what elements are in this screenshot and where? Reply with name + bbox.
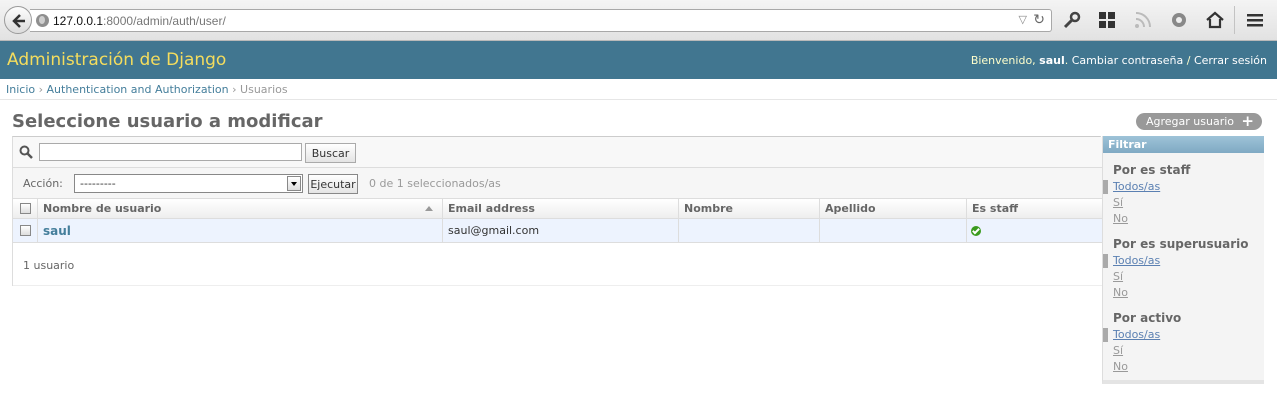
change-password-link[interactable]: Cambiar contraseña	[1072, 54, 1183, 67]
user-tools-separator: /	[1186, 54, 1191, 67]
search-toolbar: Buscar	[13, 137, 1102, 168]
home-icon[interactable]	[1205, 10, 1225, 30]
filter-option-all[interactable]: Todos/as	[1113, 328, 1160, 341]
filter-option-yes[interactable]: Sí	[1113, 270, 1123, 283]
browser-toolbar: 127.0.0.1:8000/admin/auth/user/ ▽ ↻	[0, 0, 1277, 41]
site-branding[interactable]: Administración de Django	[7, 50, 226, 70]
toolbar-separator	[1234, 6, 1235, 34]
breadcrumb-separator: ›	[38, 83, 44, 96]
action-select-value: ---------	[80, 177, 116, 190]
chevron-down-icon	[287, 176, 301, 191]
check-yes-icon	[971, 226, 981, 236]
gear-icon[interactable]	[1169, 10, 1189, 30]
filter-option-no[interactable]: No	[1113, 360, 1128, 373]
filter-sidebar: Filtrar Por es staff Todos/as Sí No Por …	[1102, 136, 1264, 384]
filter-option-no[interactable]: No	[1113, 212, 1128, 225]
search-input[interactable]	[39, 143, 302, 161]
rss-feed-icon[interactable]	[1133, 10, 1153, 30]
url-text: 127.0.0.1:8000/admin/auth/user/	[53, 14, 226, 28]
url-host: 127.0.0.1	[53, 14, 104, 28]
cell-is-staff	[966, 219, 1102, 242]
current-username: saul	[1039, 54, 1065, 67]
filter-option-yes[interactable]: Sí	[1113, 196, 1123, 209]
filter-title: Filtrar	[1103, 136, 1264, 153]
user-tools: Bienvenido, saul. Cambiar contraseña / C…	[971, 54, 1267, 67]
table-header: Nombre de usuario Email address Nombre A…	[13, 199, 1102, 219]
wrench-icon[interactable]	[1062, 10, 1082, 30]
actions-bar: Acción: --------- Ejecutar 0 de 1 selecc…	[13, 168, 1102, 199]
cell-email: saul@gmail.com	[442, 219, 678, 242]
search-button[interactable]: Buscar	[305, 143, 356, 163]
add-user-label: Agregar usuario	[1146, 115, 1235, 128]
back-arrow-icon	[12, 14, 25, 28]
globe-icon	[36, 14, 49, 27]
welcome-text: Bienvenido,	[970, 54, 1036, 67]
breadcrumb-separator: ›	[232, 83, 237, 96]
selected-marker	[1103, 328, 1108, 342]
column-first-name[interactable]: Nombre	[678, 199, 819, 218]
url-path: :8000/admin/auth/user/	[103, 14, 226, 28]
reload-icon[interactable]: ↻	[1033, 12, 1045, 28]
filter-heading: Por es superusuario	[1113, 237, 1249, 251]
breadcrumb-app[interactable]: Authentication and Authorization	[47, 83, 229, 96]
dropdown-arrow-icon[interactable]: ▽	[1019, 13, 1027, 26]
table-row: saul saul@gmail.com	[13, 219, 1102, 243]
apps-grid-icon[interactable]	[1097, 10, 1117, 30]
breadcrumb-home[interactable]: Inicio	[6, 83, 35, 96]
page-title: Seleccione usuario a modificar	[12, 111, 323, 132]
select-all-checkbox[interactable]	[20, 203, 31, 214]
filter-option-no[interactable]: No	[1113, 286, 1128, 299]
row-checkbox[interactable]	[20, 225, 31, 236]
add-user-button[interactable]: Agregar usuario +	[1136, 112, 1262, 130]
filter-option-all[interactable]: Todos/as	[1113, 180, 1160, 193]
filter-option-yes[interactable]: Sí	[1113, 344, 1123, 357]
changelist: Buscar Acción: --------- Ejecutar 0 de 1…	[12, 136, 1102, 286]
cell-last-name	[819, 219, 966, 242]
username-period: .	[1064, 54, 1069, 67]
action-select[interactable]: ---------	[74, 174, 303, 193]
selected-marker	[1103, 254, 1108, 268]
back-button[interactable]	[4, 6, 32, 34]
selected-marker	[1103, 180, 1108, 194]
column-is-staff[interactable]: Es staff	[966, 199, 1102, 218]
filter-heading: Por activo	[1113, 311, 1182, 325]
plus-icon: +	[1241, 112, 1254, 130]
user-link[interactable]: saul	[43, 224, 71, 238]
cell-first-name	[678, 219, 819, 242]
sort-ascending-icon[interactable]	[425, 206, 433, 211]
column-email[interactable]: Email address	[442, 199, 678, 218]
logout-link[interactable]: Cerrar sesión	[1194, 54, 1267, 67]
column-username[interactable]: Nombre de usuario	[37, 199, 442, 218]
filter-heading: Por es staff	[1113, 163, 1191, 177]
menu-icon[interactable]	[1245, 10, 1265, 30]
column-last-name[interactable]: Apellido	[819, 199, 966, 218]
search-icon	[19, 145, 33, 159]
breadcrumb-current: Usuarios	[240, 83, 288, 96]
filter-option-all[interactable]: Todos/as	[1113, 254, 1160, 267]
execute-button[interactable]: Ejecutar	[308, 174, 358, 194]
breadcrumb: Inicio › Authentication and Authorizatio…	[0, 79, 1277, 100]
address-bar[interactable]: 127.0.0.1:8000/admin/auth/user/ ▽ ↻	[30, 9, 1052, 32]
action-label: Acción:	[23, 177, 63, 190]
admin-header: Administración de Django Bienvenido, sau…	[0, 41, 1277, 79]
action-counter: 0 de 1 seleccionados/as	[369, 177, 501, 190]
cell-username: saul	[37, 219, 442, 242]
column-username-label: Nombre de usuario	[43, 202, 162, 215]
paginator: 1 usuario	[13, 243, 1102, 286]
